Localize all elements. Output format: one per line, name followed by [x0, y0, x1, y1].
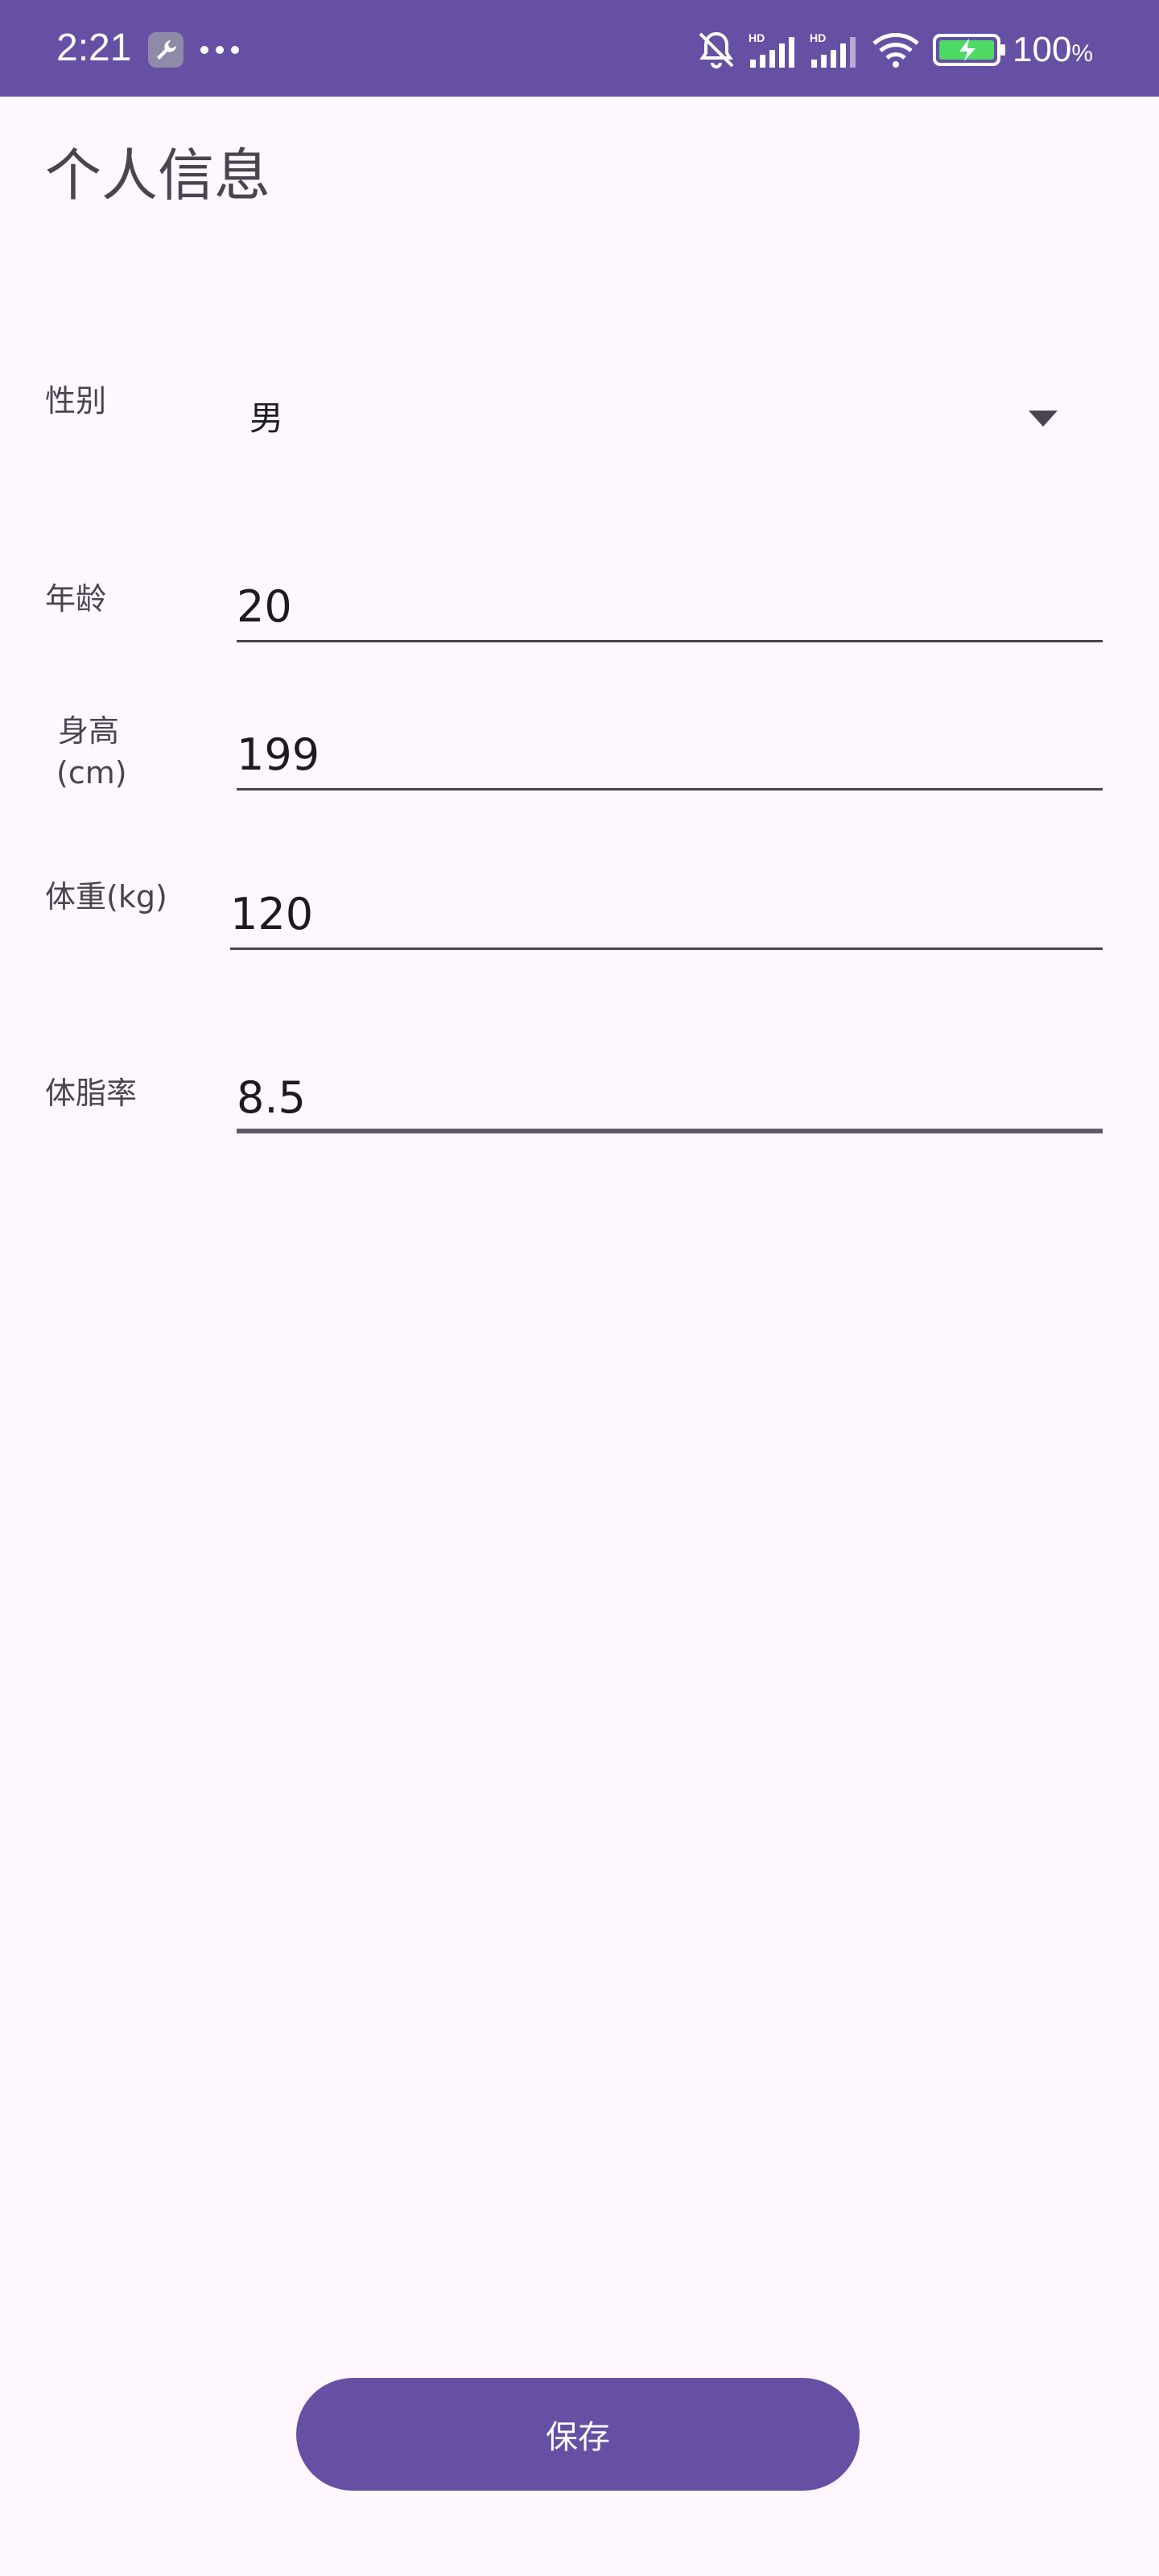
- height-input[interactable]: [237, 710, 1103, 787]
- body-fat-field-underline: [237, 1129, 1103, 1133]
- weight-field: [230, 869, 1103, 950]
- weight-input[interactable]: [230, 869, 1103, 947]
- gender-selected-value: 男: [250, 398, 284, 438]
- body-fat-field: [237, 1053, 1103, 1133]
- age-field-underline: [237, 640, 1103, 642]
- gender-dropdown[interactable]: 男: [233, 378, 1103, 459]
- wifi-icon: [872, 33, 919, 68]
- more-dots-icon: [200, 46, 239, 54]
- height-label-line1: 身高: [57, 713, 119, 749]
- save-button[interactable]: 保存: [296, 2378, 860, 2491]
- wrench-app-icon: [148, 32, 184, 68]
- bell-muted-icon: [699, 31, 734, 68]
- page-title: 个人信息: [45, 142, 270, 208]
- height-label: 身高 (cm): [56, 710, 127, 794]
- status-time: 2:21: [56, 27, 132, 69]
- weight-label: 体重(kg): [45, 879, 167, 914]
- signal-hd-icon: HD: [810, 31, 856, 68]
- age-label: 年龄: [45, 581, 107, 617]
- age-input[interactable]: [237, 562, 1103, 639]
- battery-charging-icon: [933, 34, 1005, 66]
- battery-percentage: 100%: [1013, 30, 1094, 69]
- height-field-underline: [237, 788, 1103, 791]
- signal-hd-icon: HD: [749, 31, 794, 68]
- dropdown-arrow-icon: [1029, 411, 1058, 427]
- svg-text:HD: HD: [810, 31, 826, 44]
- gender-label: 性别: [45, 383, 107, 419]
- height-field: [237, 710, 1103, 791]
- body-fat-input[interactable]: [237, 1053, 1103, 1130]
- age-field: [237, 562, 1103, 642]
- svg-text:HD: HD: [749, 31, 765, 44]
- height-label-line2: (cm): [56, 755, 127, 791]
- status-bar: 2:21 HD HD 100%: [0, 0, 1159, 97]
- body-fat-label: 体脂率: [45, 1075, 138, 1111]
- weight-field-underline: [230, 947, 1103, 950]
